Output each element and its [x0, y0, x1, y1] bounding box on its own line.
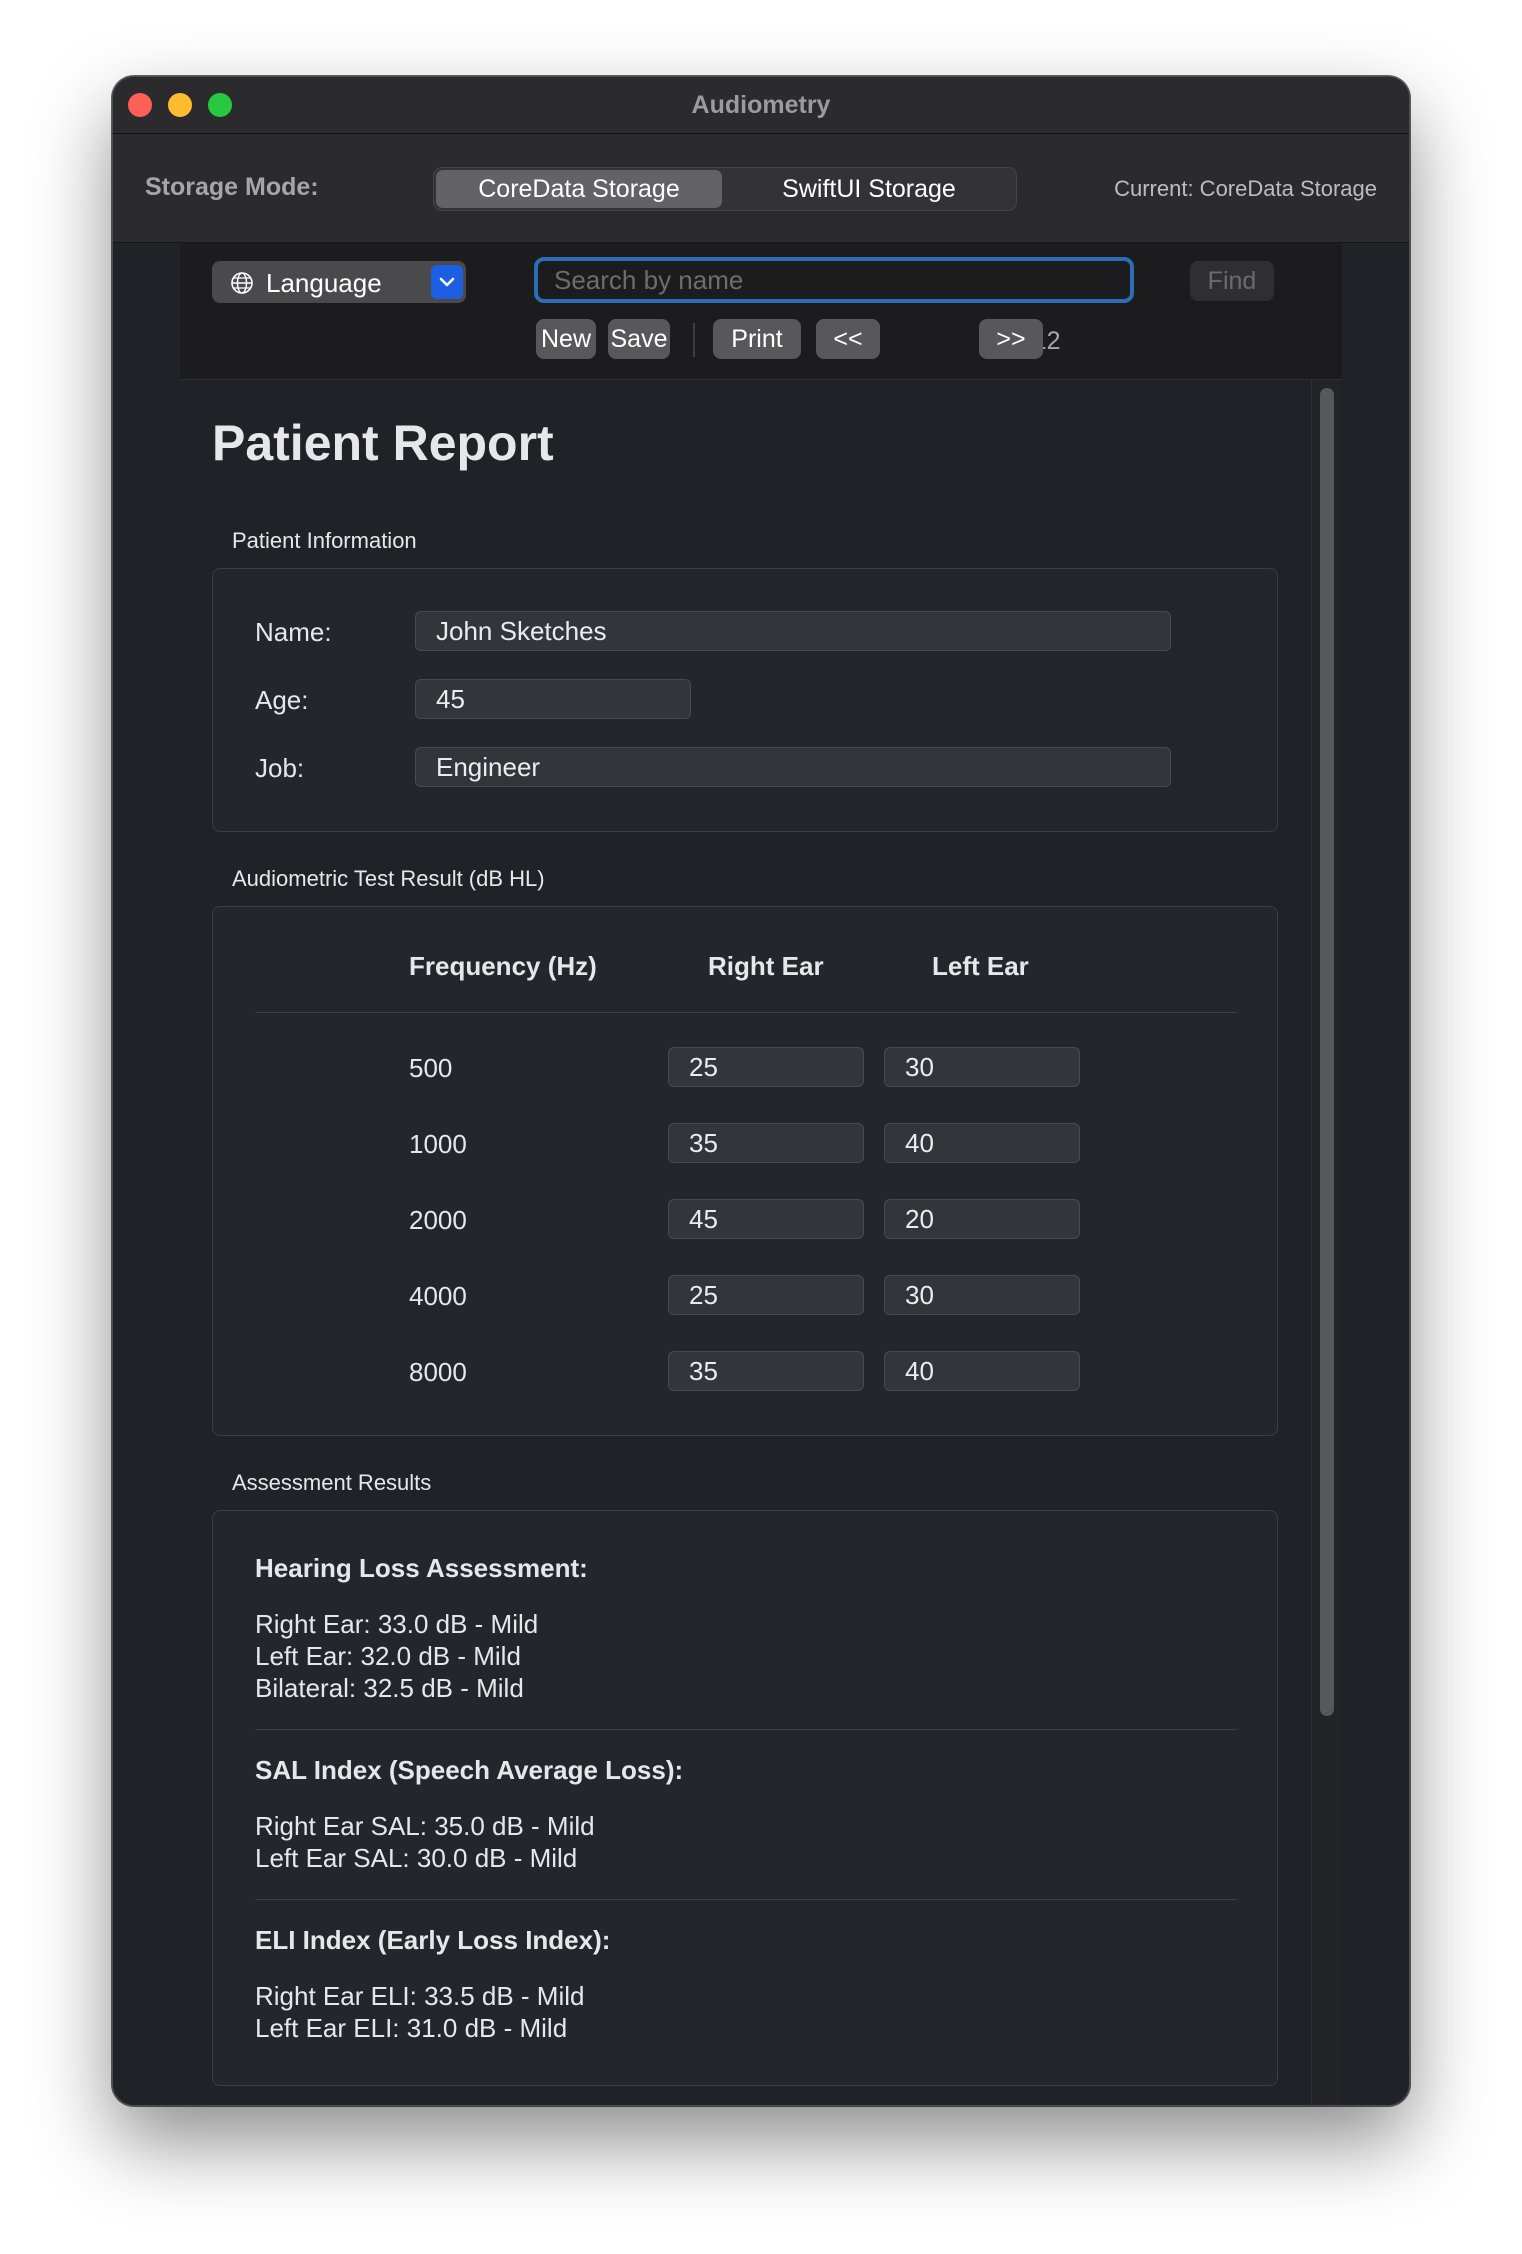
scrollbar-thumb[interactable] — [1320, 388, 1334, 1716]
audiometric-test-label: Audiometric Test Result (dB HL) — [232, 866, 545, 891]
frequency-cell: 500 — [409, 1053, 453, 1083]
print-button[interactable]: Print — [713, 319, 801, 359]
frequency-cell: 4000 — [409, 1281, 467, 1311]
left-ear-input[interactable]: 30 — [884, 1047, 1080, 1087]
storage-mode-bar: Storage Mode: CoreData Storage SwiftUI S… — [113, 134, 1409, 243]
assessment-results-box: Hearing Loss Assessment: Right Ear: 33.0… — [212, 1510, 1278, 2086]
patient-information-label: Patient Information — [232, 528, 417, 553]
search-input[interactable] — [534, 257, 1134, 303]
toolbar-divider — [693, 323, 695, 357]
assessment-divider — [255, 1729, 1237, 1730]
storage-mode-segmented-control: CoreData Storage SwiftUI Storage — [433, 167, 1017, 211]
column-header-left-ear: Left Ear — [932, 951, 1029, 981]
title-bar: Audiometry — [113, 77, 1409, 134]
name-label: Name: — [255, 617, 332, 647]
patient-information-box: Name: John Sketches Age: 45 Job: Enginee… — [212, 568, 1278, 832]
table-header-divider — [255, 1012, 1237, 1013]
right-ear-input[interactable]: 25 — [668, 1275, 864, 1315]
eli-right-ear: Right Ear ELI: 33.5 dB - Mild — [255, 1981, 585, 2011]
column-header-frequency: Frequency (Hz) — [409, 951, 597, 981]
age-field[interactable]: 45 — [415, 679, 691, 719]
hearing-loss-bilateral: Bilateral: 32.5 dB - Mild — [255, 1673, 524, 1703]
page-title: Patient Report — [212, 415, 554, 471]
app-window: Audiometry Storage Mode: CoreData Storag… — [112, 76, 1410, 2106]
sal-right-ear: Right Ear SAL: 35.0 dB - Mild — [255, 1811, 595, 1841]
report-scroll-view[interactable]: Patient Report Patient Information Name:… — [180, 379, 1342, 2105]
new-button[interactable]: New — [536, 319, 596, 359]
window-title: Audiometry — [691, 91, 831, 119]
frequency-cell: 8000 — [409, 1357, 467, 1387]
left-ear-input[interactable]: 20 — [884, 1199, 1080, 1239]
find-button[interactable]: Find — [1190, 261, 1274, 301]
left-ear-input[interactable]: 30 — [884, 1275, 1080, 1315]
sal-index-heading: SAL Index (Speech Average Loss): — [255, 1755, 684, 1785]
right-ear-input[interactable]: 35 — [668, 1351, 864, 1391]
segment-swiftui-storage[interactable]: SwiftUI Storage — [724, 170, 1014, 208]
eli-left-ear: Left Ear ELI: 31.0 dB - Mild — [255, 2013, 568, 2043]
audiometric-test-box: Frequency (Hz) Right Ear Left Ear 500 25… — [212, 906, 1278, 1436]
language-label: Language — [266, 268, 382, 298]
assessment-results-label: Assessment Results — [232, 1470, 432, 1495]
column-header-right-ear: Right Ear — [708, 951, 824, 981]
previous-record-button[interactable]: << — [816, 319, 880, 359]
right-ear-input[interactable]: 25 — [668, 1047, 864, 1087]
globe-icon — [231, 272, 253, 294]
next-record-button[interactable]: >> — [979, 319, 1043, 359]
vertical-scrollbar[interactable] — [1311, 380, 1342, 2105]
save-button[interactable]: Save — [608, 319, 670, 359]
right-ear-input[interactable]: 35 — [668, 1123, 864, 1163]
job-label: Job: — [255, 753, 305, 783]
frequency-cell: 1000 — [409, 1129, 467, 1159]
sal-left-ear: Left Ear SAL: 30.0 dB - Mild — [255, 1843, 578, 1873]
language-dropdown-indicator[interactable] — [431, 265, 463, 299]
language-popup-button[interactable]: Language — [212, 261, 466, 303]
eli-index-heading: ELI Index (Early Loss Index): — [255, 1925, 611, 1955]
storage-mode-label: Storage Mode: — [145, 173, 319, 201]
job-field[interactable]: Engineer — [415, 747, 1171, 787]
frequency-cell: 2000 — [409, 1205, 467, 1235]
current-storage-label: Current: CoreData Storage — [1114, 176, 1377, 201]
right-ear-input[interactable]: 45 — [668, 1199, 864, 1239]
segment-coredata-storage[interactable]: CoreData Storage — [436, 170, 722, 208]
toolbar: Language Find New Save Print << 5 / 12 >… — [180, 243, 1342, 379]
chevron-down-icon — [439, 277, 455, 287]
assessment-divider — [255, 1899, 1237, 1900]
hearing-loss-right-ear: Right Ear: 33.0 dB - Mild — [255, 1609, 539, 1639]
name-field[interactable]: John Sketches — [415, 611, 1171, 651]
left-ear-input[interactable]: 40 — [884, 1123, 1080, 1163]
hearing-loss-heading: Hearing Loss Assessment: — [255, 1553, 588, 1583]
left-ear-input[interactable]: 40 — [884, 1351, 1080, 1391]
age-label: Age: — [255, 685, 309, 715]
hearing-loss-left-ear: Left Ear: 32.0 dB - Mild — [255, 1641, 521, 1671]
